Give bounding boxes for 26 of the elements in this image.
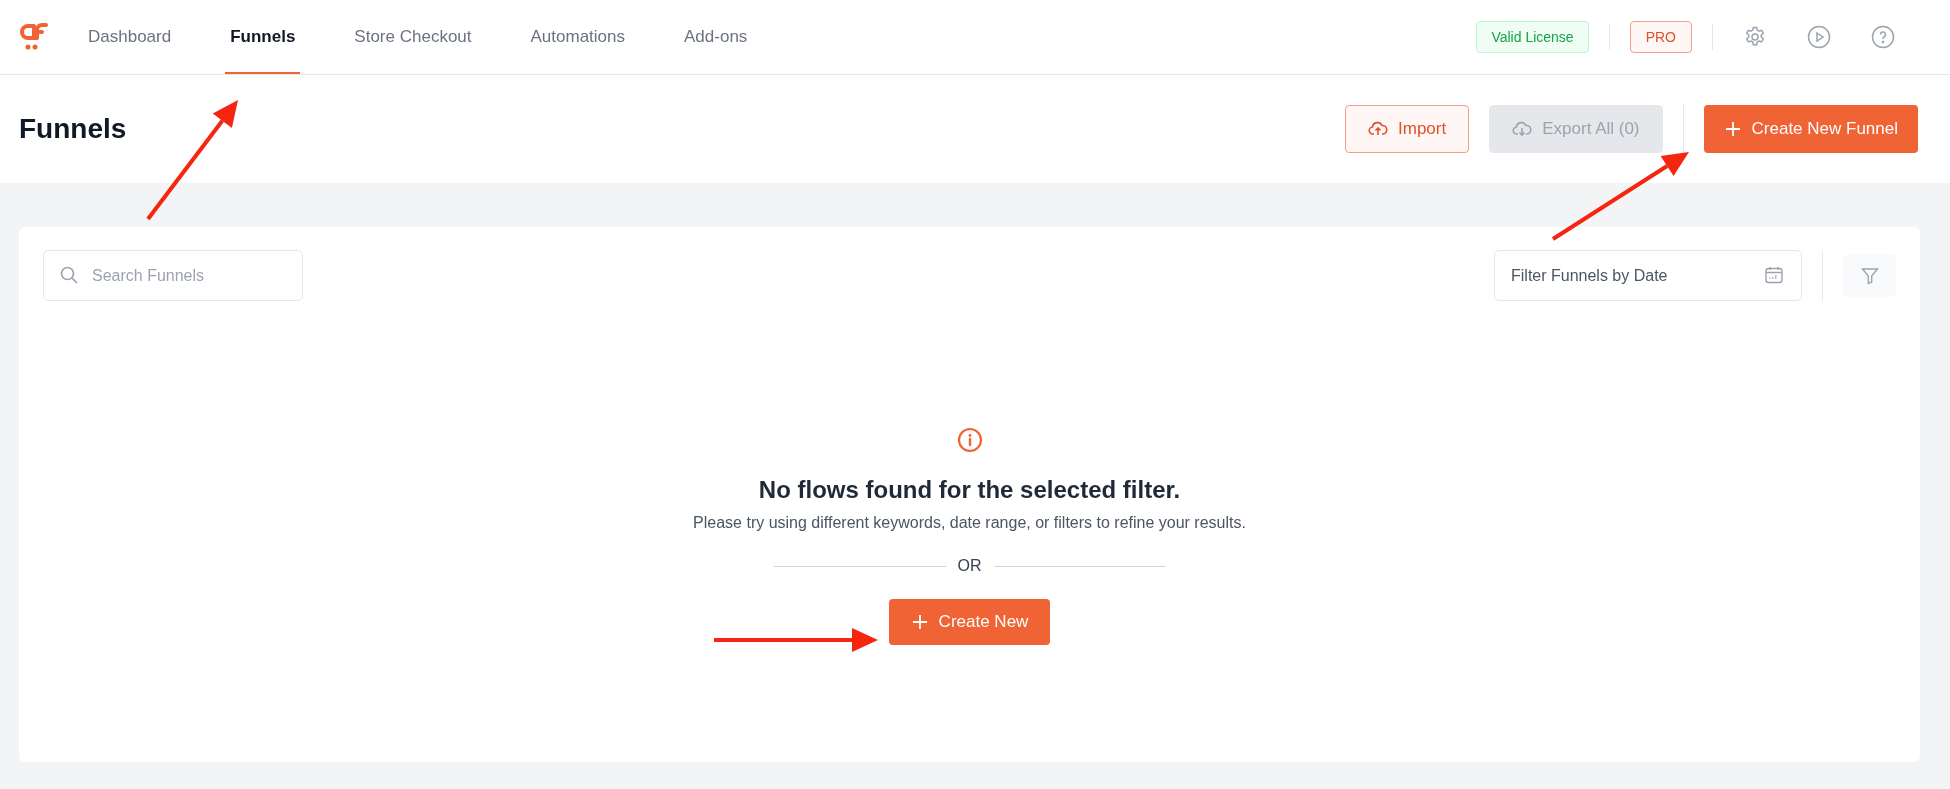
create-new-button[interactable]: Create New — [888, 599, 1051, 645]
empty-state-title: No flows found for the selected filter. — [758, 476, 1181, 504]
pro-badge: PRO — [1629, 21, 1692, 53]
import-button[interactable]: Import — [1345, 105, 1470, 153]
nav-tab[interactable]: Add-ons — [679, 0, 753, 74]
search-icon — [59, 265, 79, 285]
calendar-icon — [1764, 265, 1784, 285]
date-filter-field[interactable]: Filter Funnels by Date — [1494, 250, 1802, 301]
nav-tab[interactable]: Automations — [525, 0, 631, 74]
empty-state-message: Please try using different keywords, date range, or filters to refine your results. — [693, 514, 1246, 532]
license-badge: Valid License — [1476, 21, 1589, 53]
plus-icon — [910, 613, 929, 631]
info-icon — [956, 427, 983, 453]
nav-tab[interactable]: Dashboard — [83, 0, 177, 74]
page-title: Funnels — [19, 113, 127, 145]
plus-icon — [1723, 120, 1742, 138]
logo-icon[interactable] — [20, 22, 48, 52]
cloud-download-icon — [1512, 119, 1533, 139]
or-label: OR — [957, 557, 982, 575]
filter-icon — [1859, 265, 1880, 286]
create-funnel-button[interactable]: Create New Funnel — [1703, 105, 1918, 153]
nav-tab[interactable]: Store Checkout — [349, 0, 477, 74]
filter-button[interactable] — [1843, 254, 1896, 297]
search-field[interactable]: Search Funnels — [43, 250, 303, 301]
play-icon[interactable] — [1807, 25, 1831, 49]
help-icon[interactable] — [1871, 25, 1895, 49]
